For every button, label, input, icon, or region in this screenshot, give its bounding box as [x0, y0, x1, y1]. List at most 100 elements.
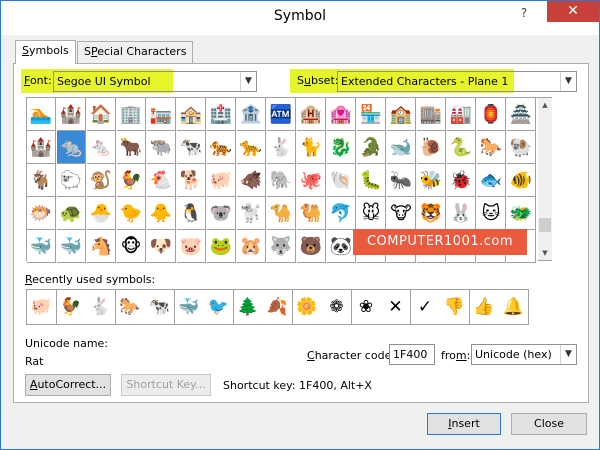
autocorrect-button[interactable]: AutoCorrect...	[25, 374, 111, 396]
scroll-down-icon[interactable]: ▼	[538, 246, 552, 260]
symbol-cell[interactable]: 🏪	[357, 98, 386, 131]
symbol-cell[interactable]: 🐻	[297, 230, 326, 263]
symbol-cell[interactable]: 🐒	[87, 164, 116, 197]
symbol-cell[interactable]: 🐪	[267, 197, 296, 230]
recent-symbol-cell[interactable]: 🔔	[499, 290, 529, 325]
symbol-cell[interactable]: 🐮	[387, 197, 416, 230]
symbol-cell[interactable]: 🐑	[57, 164, 86, 197]
symbol-cell[interactable]: 🐊	[357, 131, 386, 164]
symbol-cell[interactable]: 🐔	[147, 164, 176, 197]
symbol-cell[interactable]: 🐀	[57, 131, 86, 164]
symbol-cell[interactable]: 🐚	[327, 164, 356, 197]
symbol-cell[interactable]: 🐬	[327, 197, 356, 230]
symbol-cell[interactable]: 🐴	[87, 230, 116, 263]
recent-symbol-cell[interactable]: 🌼	[292, 290, 323, 325]
symbol-cell[interactable]: 🏠	[87, 98, 116, 131]
symbol-cell[interactable]: 🐖	[207, 164, 236, 197]
symbol-cell[interactable]: 🏢	[117, 98, 146, 131]
symbol-cell[interactable]: 🏭	[447, 98, 476, 131]
symbol-cell[interactable]: 🐕	[177, 164, 206, 197]
symbol-cell[interactable]: 🐂	[117, 131, 146, 164]
symbol-cell[interactable]: 🐱	[477, 197, 506, 230]
symbol-cell[interactable]: 🐉	[327, 131, 356, 164]
symbol-cell[interactable]: 🐗	[237, 164, 266, 197]
shortcut-key-button[interactable]: Shortcut Key...	[121, 374, 211, 396]
recent-symbol-cell[interactable]: 👍	[469, 290, 500, 325]
symbol-cell[interactable]: 🐯	[417, 197, 446, 230]
symbol-cell[interactable]: 🐍	[447, 131, 476, 164]
chevron-down-icon[interactable]: ▼	[240, 72, 256, 91]
symbol-cell[interactable]: 🐘	[267, 164, 296, 197]
symbol-cell[interactable]: 🐲	[507, 197, 536, 230]
symbol-cell[interactable]: 🐹	[237, 230, 266, 263]
symbol-cell[interactable]: 🐤	[117, 197, 146, 230]
symbol-cell[interactable]: 🐢	[57, 197, 86, 230]
scroll-thumb[interactable]	[539, 218, 551, 232]
symbol-cell[interactable]: 🐋	[387, 131, 416, 164]
symbol-cell[interactable]: 🐼	[327, 230, 356, 263]
chevron-down-icon[interactable]: ▼	[560, 345, 576, 364]
recent-symbol-cell[interactable]: 🐓	[56, 290, 87, 325]
symbol-cell[interactable]: 🐷	[177, 230, 206, 263]
character-code-input[interactable]: 1F400	[389, 344, 435, 365]
symbol-cell[interactable]: 🐈	[297, 131, 326, 164]
symbol-cell[interactable]: 🐩	[237, 197, 266, 230]
symbol-cell[interactable]: 🏰	[27, 131, 56, 164]
symbol-cell[interactable]: 🐝	[417, 164, 446, 197]
from-dropdown[interactable]: Unicode (hex) ▼	[471, 344, 577, 365]
tab-symbols[interactable]: Symbols	[15, 40, 76, 64]
symbol-cell[interactable]: 🐺	[267, 230, 296, 263]
symbol-cell[interactable]: 🏦	[237, 98, 266, 131]
recent-symbol-cell[interactable]: 🌲	[233, 290, 264, 325]
symbol-cell[interactable]: 🐇	[267, 131, 296, 164]
symbol-cell[interactable]: 🏨	[297, 98, 326, 131]
symbol-cell[interactable]: 🐠	[507, 164, 536, 197]
recent-symbol-cell[interactable]: ✕	[381, 290, 411, 325]
recent-symbol-cell[interactable]: 👎	[440, 290, 470, 325]
symbol-cell[interactable]: 🐙	[297, 164, 326, 197]
close-button[interactable]: Close	[511, 413, 587, 435]
symbol-cell[interactable]: 🏊	[27, 98, 56, 131]
symbol-cell[interactable]: 🐆	[237, 131, 266, 164]
recent-symbol-cell[interactable]: 🐖	[27, 290, 57, 325]
symbol-cell[interactable]: 🐡	[27, 197, 56, 230]
symbol-cell[interactable]: 🏯	[507, 98, 536, 131]
symbol-cell[interactable]: 🏥	[207, 98, 236, 131]
symbol-cell[interactable]: 🐭	[357, 197, 386, 230]
symbol-cell[interactable]: 🐌	[417, 131, 446, 164]
recent-symbol-cell[interactable]: 🐳	[174, 290, 205, 325]
symbol-cell[interactable]: 🐵	[117, 230, 146, 263]
symbol-cell[interactable]: 🏣	[147, 98, 176, 131]
recent-symbol-cell[interactable]: 🍂	[263, 290, 293, 325]
symbol-cell[interactable]: 🐛	[357, 164, 386, 197]
symbol-cell[interactable]: 🐞	[447, 164, 476, 197]
symbol-cell[interactable]: 🐅	[207, 131, 236, 164]
grid-scrollbar[interactable]: ▲ ▼	[538, 97, 552, 261]
scroll-up-icon[interactable]: ▲	[538, 98, 552, 112]
symbol-cell[interactable]: 🏬	[417, 98, 446, 131]
symbol-cell[interactable]: 🐰	[447, 197, 476, 230]
symbol-cell[interactable]: 🐫	[297, 197, 326, 230]
recent-symbol-cell[interactable]: 🐇	[86, 290, 116, 325]
symbol-cell[interactable]: 🏫	[387, 98, 416, 131]
chevron-down-icon[interactable]: ▼	[560, 72, 576, 91]
recent-symbol-cell[interactable]: ✓	[410, 290, 441, 325]
symbol-cell[interactable]: 🐟	[477, 164, 506, 197]
subset-dropdown[interactable]: Extended Characters - Plane 1 ▼	[337, 71, 577, 92]
symbol-cell[interactable]: 🐧	[177, 197, 206, 230]
symbol-cell[interactable]: 🏮	[477, 98, 506, 131]
symbol-cell[interactable]: 🐨	[207, 197, 236, 230]
symbol-cell[interactable]: 🐳	[27, 230, 56, 263]
symbol-cell[interactable]: 🏩	[327, 98, 356, 131]
insert-button[interactable]: Insert	[427, 413, 501, 435]
tab-special-characters[interactable]: SPecial Characters	[77, 41, 194, 63]
symbol-cell[interactable]: 🏰	[57, 98, 86, 131]
symbol-cell[interactable]: 🐃	[147, 131, 176, 164]
symbol-cell[interactable]: 🏧	[267, 98, 296, 131]
symbol-cell[interactable]: 🐜	[387, 164, 416, 197]
symbol-cell[interactable]: 🐸	[207, 230, 236, 263]
symbol-cell[interactable]: 🏤	[177, 98, 206, 131]
symbol-cell[interactable]: 🐄	[177, 131, 206, 164]
help-button[interactable]: ?	[511, 3, 537, 23]
symbol-cell[interactable]: 🐣	[87, 197, 116, 230]
